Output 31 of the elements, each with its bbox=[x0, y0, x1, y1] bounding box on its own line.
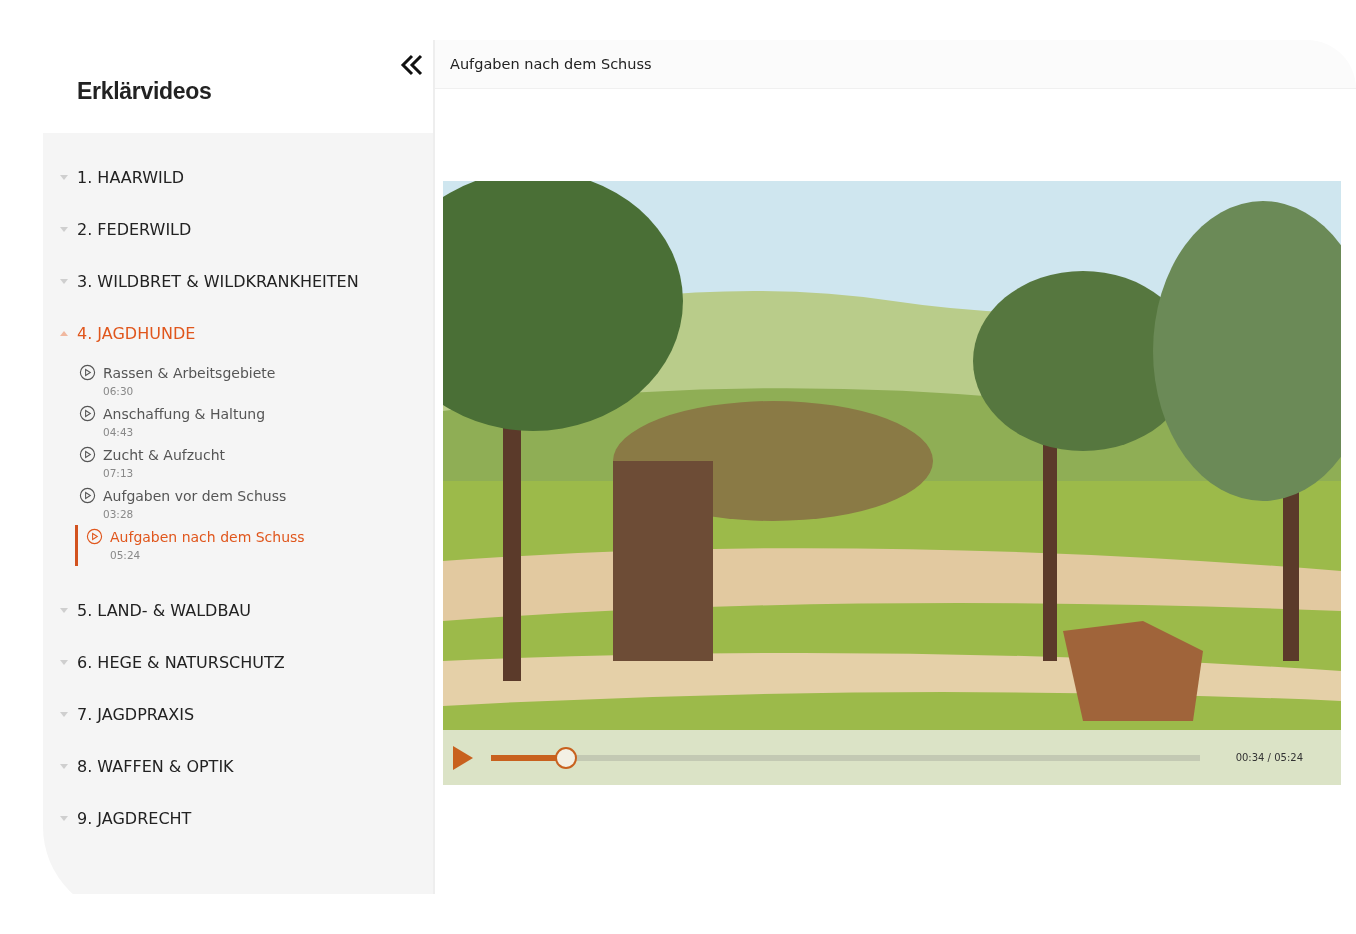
video-title[interactable]: Aufgaben vor dem Schuss bbox=[103, 487, 287, 504]
section-title[interactable]: 3. WILDBRET & WILDKRANKHEITEN bbox=[77, 271, 359, 291]
collapse-icon[interactable] bbox=[399, 52, 425, 78]
video-title[interactable]: Anschaffung & Haltung bbox=[103, 405, 266, 422]
play-circle-icon[interactable] bbox=[79, 446, 96, 463]
video-duration: 03:28 bbox=[103, 508, 135, 520]
video-title[interactable]: Aufgaben nach dem Schuss bbox=[110, 528, 305, 545]
section-title[interactable]: 6. HEGE & NATURSCHUTZ bbox=[77, 652, 285, 672]
sidebar-title: Erklärvideos bbox=[77, 78, 212, 105]
video-heading: Aufgaben nach dem Schuss bbox=[450, 56, 652, 72]
play-circle-icon[interactable] bbox=[79, 405, 96, 422]
play-circle-icon[interactable] bbox=[86, 528, 103, 545]
section-title[interactable]: 9. JAGDRECHT bbox=[77, 808, 192, 828]
section-title[interactable]: 5. LAND- & WALDBAU bbox=[77, 600, 252, 620]
collapse-arrow-icon[interactable] bbox=[59, 329, 69, 337]
section-title[interactable]: 1. HAARWILD bbox=[77, 167, 184, 187]
video-title[interactable]: Zucht & Aufzucht bbox=[103, 446, 225, 463]
section-title[interactable]: 7. JAGDPRAXIS bbox=[77, 704, 195, 724]
video-duration: 05:24 bbox=[110, 549, 142, 561]
video-duration: 04:43 bbox=[103, 426, 135, 438]
video-title[interactable]: Rassen & Arbeitsgebiete bbox=[103, 364, 276, 381]
video-duration: 06:30 bbox=[103, 385, 135, 397]
section-title[interactable]: 8. WAFFEN & OPTIK bbox=[77, 756, 234, 776]
play-icon[interactable] bbox=[451, 744, 475, 771]
section-title[interactable]: 2. FEDERWILD bbox=[77, 219, 192, 239]
time-display: 00:34 / 05:24 bbox=[1235, 752, 1303, 763]
play-circle-icon[interactable] bbox=[79, 364, 96, 381]
progress-handle[interactable] bbox=[555, 746, 578, 769]
video-duration: 07:13 bbox=[103, 467, 135, 479]
section-title[interactable]: 4. JAGDHUNDE bbox=[77, 323, 196, 343]
play-circle-icon[interactable] bbox=[79, 487, 96, 504]
